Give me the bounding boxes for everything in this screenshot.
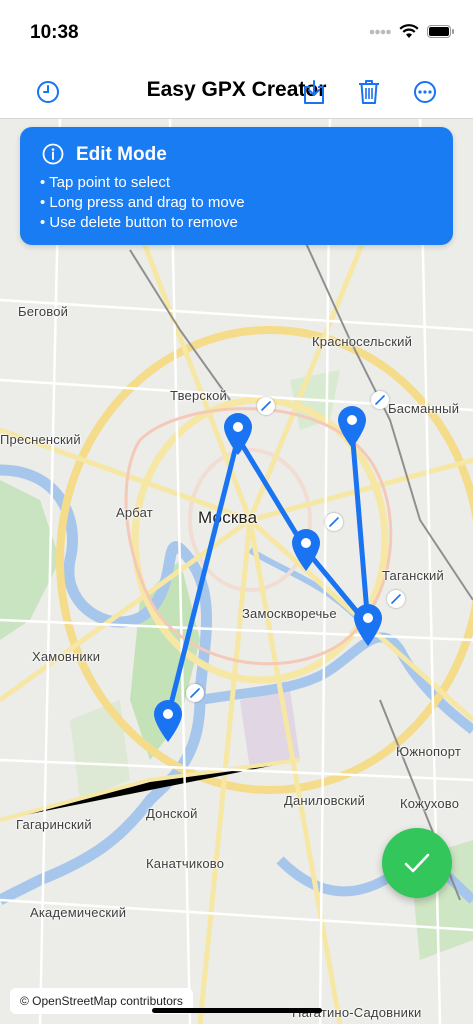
pencil-icon	[375, 395, 385, 405]
navigation-bar: Easy GPX Creator	[0, 66, 473, 119]
segment-edit-badge[interactable]	[371, 391, 389, 409]
instruction-item: Tap point to select	[40, 173, 245, 193]
export-button[interactable]	[300, 78, 328, 106]
info-icon	[42, 143, 64, 165]
banner-instructions: Tap point to select Long press and drag …	[40, 173, 245, 233]
pencil-icon	[190, 688, 200, 698]
route-point-pin[interactable]	[153, 699, 183, 743]
download-icon	[304, 80, 324, 104]
segment-edit-badge[interactable]	[387, 590, 405, 608]
cellular-signal-icon	[369, 29, 391, 34]
segment-edit-badge[interactable]	[325, 513, 343, 531]
status-bar: 10:38	[0, 0, 473, 66]
confirm-edit-button[interactable]	[382, 828, 452, 898]
more-icon	[414, 81, 436, 103]
instruction-item: Use delete button to remove	[40, 213, 245, 233]
battery-icon	[427, 25, 454, 38]
route-point-pin[interactable]	[291, 528, 321, 572]
pencil-icon	[261, 401, 271, 411]
route-point-pin[interactable]	[337, 405, 367, 449]
home-indicator	[152, 1008, 322, 1013]
delete-button[interactable]	[355, 78, 383, 106]
route-point-pin[interactable]	[223, 412, 253, 456]
edit-mode-banner: Edit Mode Tap point to select Long press…	[20, 127, 453, 245]
instruction-item: Long press and drag to move	[40, 193, 244, 213]
page-title: Easy GPX Creator	[146, 78, 327, 101]
pencil-icon	[329, 517, 339, 527]
wifi-icon	[399, 24, 419, 38]
banner-title: Edit Mode	[76, 144, 167, 165]
more-button[interactable]	[411, 78, 439, 106]
status-icons	[369, 24, 455, 39]
trash-icon	[359, 80, 379, 104]
segment-edit-badge[interactable]	[186, 684, 204, 702]
checkmark-icon	[404, 853, 430, 873]
pencil-icon	[391, 594, 401, 604]
status-time: 10:38	[30, 22, 79, 43]
route-point-pin[interactable]	[353, 603, 383, 647]
segment-edit-badge[interactable]	[257, 397, 275, 415]
